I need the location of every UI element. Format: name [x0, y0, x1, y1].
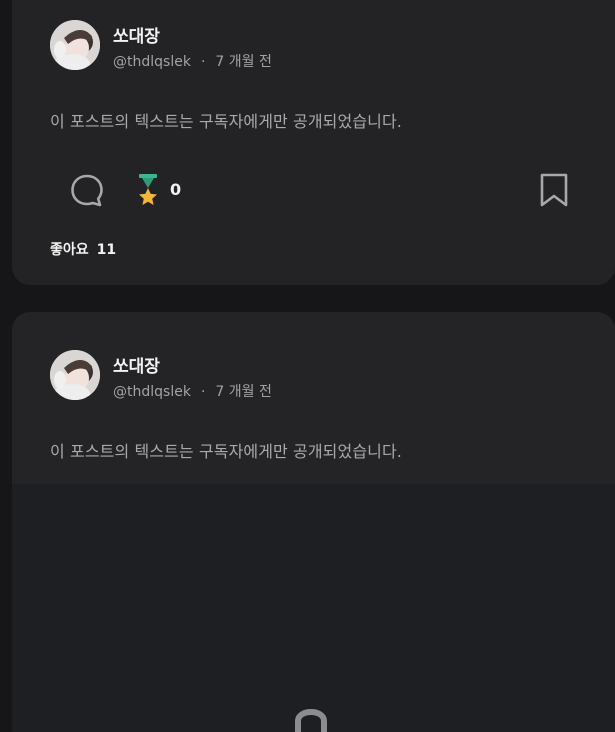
- post-meta: @thdlqslek · 7 개월 전: [113, 51, 272, 71]
- award-button[interactable]: [136, 172, 160, 212]
- post-time: 7 개월 전: [215, 54, 272, 70]
- lock-icon: [295, 709, 327, 732]
- avatar-photo: [50, 350, 100, 400]
- bookmark-icon: [540, 173, 568, 207]
- award-medal-icon: [139, 174, 157, 205]
- author-avatar[interactable]: [50, 350, 100, 400]
- author-avatar[interactable]: [50, 20, 100, 70]
- award-count: 0: [170, 180, 182, 199]
- author-handle[interactable]: @thdlqslek: [113, 384, 191, 400]
- author-handle[interactable]: @thdlqslek: [113, 54, 191, 70]
- meta-separator: ·: [200, 54, 206, 70]
- post-meta: @thdlqslek · 7 개월 전: [113, 381, 272, 401]
- likes-count: 11: [96, 242, 117, 258]
- post-text: 이 포스트의 텍스트는 구독자에게만 공개되었습니다.: [50, 112, 402, 131]
- likes-summary[interactable]: 좋아요 11: [50, 239, 116, 259]
- meta-separator: ·: [200, 384, 206, 400]
- comment-icon: [71, 174, 103, 207]
- likes-label: 좋아요: [50, 242, 89, 258]
- comment-button[interactable]: [69, 172, 105, 212]
- post-text: 이 포스트의 텍스트는 구독자에게만 공개되었습니다.: [50, 442, 402, 461]
- post-card: 쏘대장 @thdlqslek · 7 개월 전 이 포스트의 텍스트는 구독자에게만…: [12, 0, 615, 285]
- bookmark-button[interactable]: [539, 172, 569, 212]
- feed-page: 쏘대장 @thdlqslek · 7 개월 전 이 포스트의 텍스트는 구독자에게만…: [0, 0, 615, 732]
- author-name[interactable]: 쏘대장: [113, 22, 160, 47]
- post-time: 7 개월 전: [215, 384, 272, 400]
- author-name[interactable]: 쏘대장: [113, 352, 160, 377]
- avatar-photo: [50, 20, 100, 70]
- locked-content-indicator: [287, 699, 335, 732]
- post-card: 쏘대장 @thdlqslek · 7 개월 전 이 포스트의 텍스트는 구독자에게만…: [12, 312, 615, 732]
